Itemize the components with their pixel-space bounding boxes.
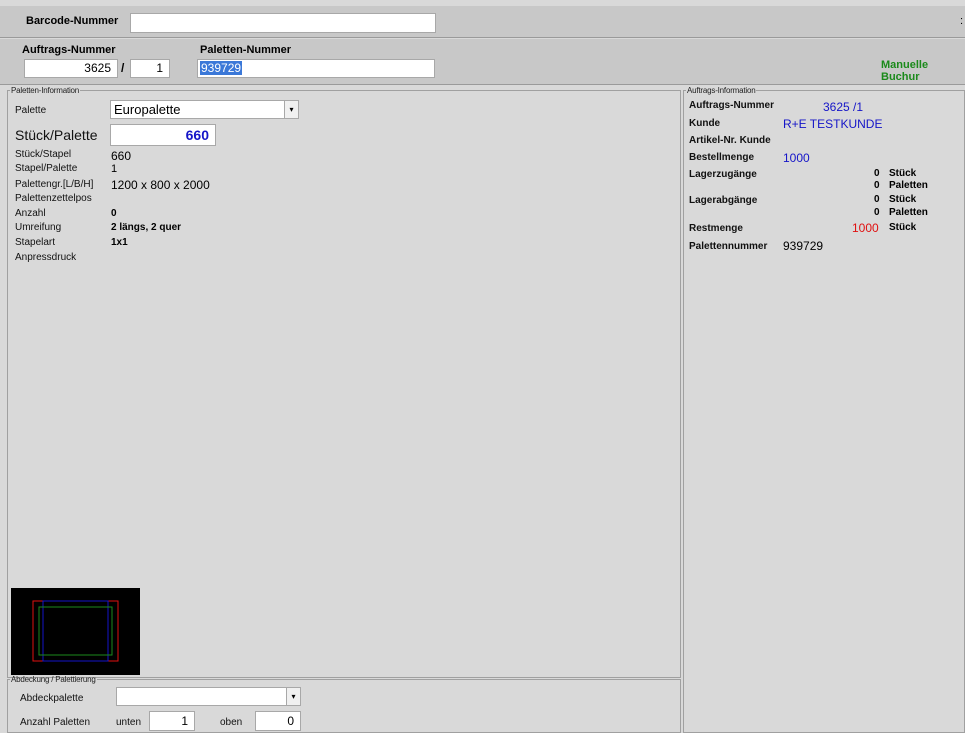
abdeckung-legend: Abdeckung / Palettierung <box>11 675 96 684</box>
palettenzettelpos-label: Palettenzettelpos <box>15 193 92 204</box>
paletten-number-input[interactable]: 939729 <box>197 59 435 78</box>
cover-outline <box>38 606 113 656</box>
palettengroesse-value: 1200 x 800 x 2000 <box>111 178 210 192</box>
manual-booking-label: Manuelle Buchur <box>881 59 929 83</box>
lagerabgaenge-label: Lagerabgänge <box>689 195 758 206</box>
edge-mark: : <box>960 15 964 27</box>
lagerzu-stueck-unit: Stück <box>889 168 917 179</box>
lagerab-stueck-unit: Stück <box>889 194 917 205</box>
palette-select[interactable]: Europalette ▾ <box>110 100 299 119</box>
unten-input[interactable]: 1 <box>149 711 195 731</box>
lagerzu-paletten-value: 0 <box>874 180 880 191</box>
anzahl-label: Anzahl <box>15 208 46 219</box>
paletten-number-selected-text: 939729 <box>200 61 243 75</box>
order-bar: Auftrags-Nummer 3625 / 1 Paletten-Nummer… <box>0 39 965 85</box>
info-auftrag-value: 3625 /1 <box>823 100 864 114</box>
lagerab-paletten-value: 0 <box>874 207 880 218</box>
stueck-palette-input[interactable]: 660 <box>110 124 216 146</box>
palette-label: Palette <box>15 105 47 116</box>
stapel-palette-value: 1 <box>111 163 118 175</box>
paletten-information-legend: Paletten-Information <box>11 86 80 95</box>
abdeckpalette-label: Abdeckpalette <box>20 693 84 704</box>
auftrags-information-legend: Auftrags-Information <box>687 86 756 95</box>
stapelart-value: 1x1 <box>111 237 128 248</box>
anzahl-paletten-label: Anzahl Paletten <box>20 717 91 728</box>
lagerzugaenge-label: Lagerzugänge <box>689 169 757 180</box>
oben-input[interactable]: 0 <box>255 711 301 731</box>
stueck-stapel-label: Stück/Stapel <box>15 149 72 160</box>
restmenge-label: Restmenge <box>689 223 743 234</box>
barcode-input[interactable] <box>130 13 436 33</box>
anpressdruck-label: Anpressdruck <box>15 252 77 263</box>
pallet-preview-drawing <box>32 600 119 662</box>
palette-select-value: Europalette <box>114 102 181 117</box>
chevron-down-icon[interactable]: ▾ <box>286 688 300 705</box>
palettengroesse-label: Palettengr.[L/B/H] <box>15 179 94 190</box>
stack-outline <box>42 600 109 662</box>
stapel-palette-label: Stapel/Palette <box>15 163 78 174</box>
paletten-label: Paletten-Nummer <box>200 44 292 56</box>
pallet-outline <box>32 600 119 662</box>
anzahl-value: 0 <box>111 208 117 219</box>
barcode-label: Barcode-Nummer <box>26 15 119 27</box>
oben-label: oben <box>220 717 243 728</box>
barcode-bar: Barcode-Nummer : <box>0 6 965 38</box>
kunde-label: Kunde <box>689 118 721 129</box>
slash-separator: / <box>121 61 125 75</box>
restmenge-unit: Stück <box>889 222 917 233</box>
umreifung-value: 2 längs, 2 quer <box>111 222 182 233</box>
lagerzu-stueck-value: 0 <box>874 168 880 179</box>
stueck-palette-label: Stück/Palette <box>15 127 98 143</box>
restmenge-value: 1000 <box>852 221 879 235</box>
lagerzu-paletten-unit: Paletten <box>889 180 928 191</box>
umreifung-label: Umreifung <box>15 222 62 233</box>
bestellmenge-label: Bestellmenge <box>689 152 755 163</box>
pallet-preview <box>11 588 140 675</box>
auftrag-label: Auftrags-Nummer <box>22 44 116 56</box>
artikel-label: Artikel-Nr. Kunde <box>689 135 771 146</box>
stapelart-label: Stapelart <box>15 237 56 248</box>
position-number-input[interactable]: 1 <box>130 59 170 78</box>
stueck-stapel-value: 660 <box>111 149 132 163</box>
lagerab-paletten-unit: Paletten <box>889 207 928 218</box>
bestellmenge-value: 1000 <box>783 151 810 165</box>
palettennummer-value: 939729 <box>783 239 824 253</box>
info-auftrag-label: Auftrags-Nummer <box>689 100 775 111</box>
palettennummer-label: Palettennummer <box>689 241 768 252</box>
auftrag-number-input[interactable]: 3625 <box>24 59 118 78</box>
abdeckpalette-select[interactable]: ▾ <box>116 687 301 706</box>
lagerab-stueck-value: 0 <box>874 194 880 205</box>
chevron-down-icon[interactable]: ▾ <box>284 101 298 118</box>
kunde-value: R+E TESTKUNDE <box>783 117 883 131</box>
unten-label: unten <box>116 717 142 728</box>
abdeckung-group: Abdeckung / Palettierung <box>7 675 681 733</box>
